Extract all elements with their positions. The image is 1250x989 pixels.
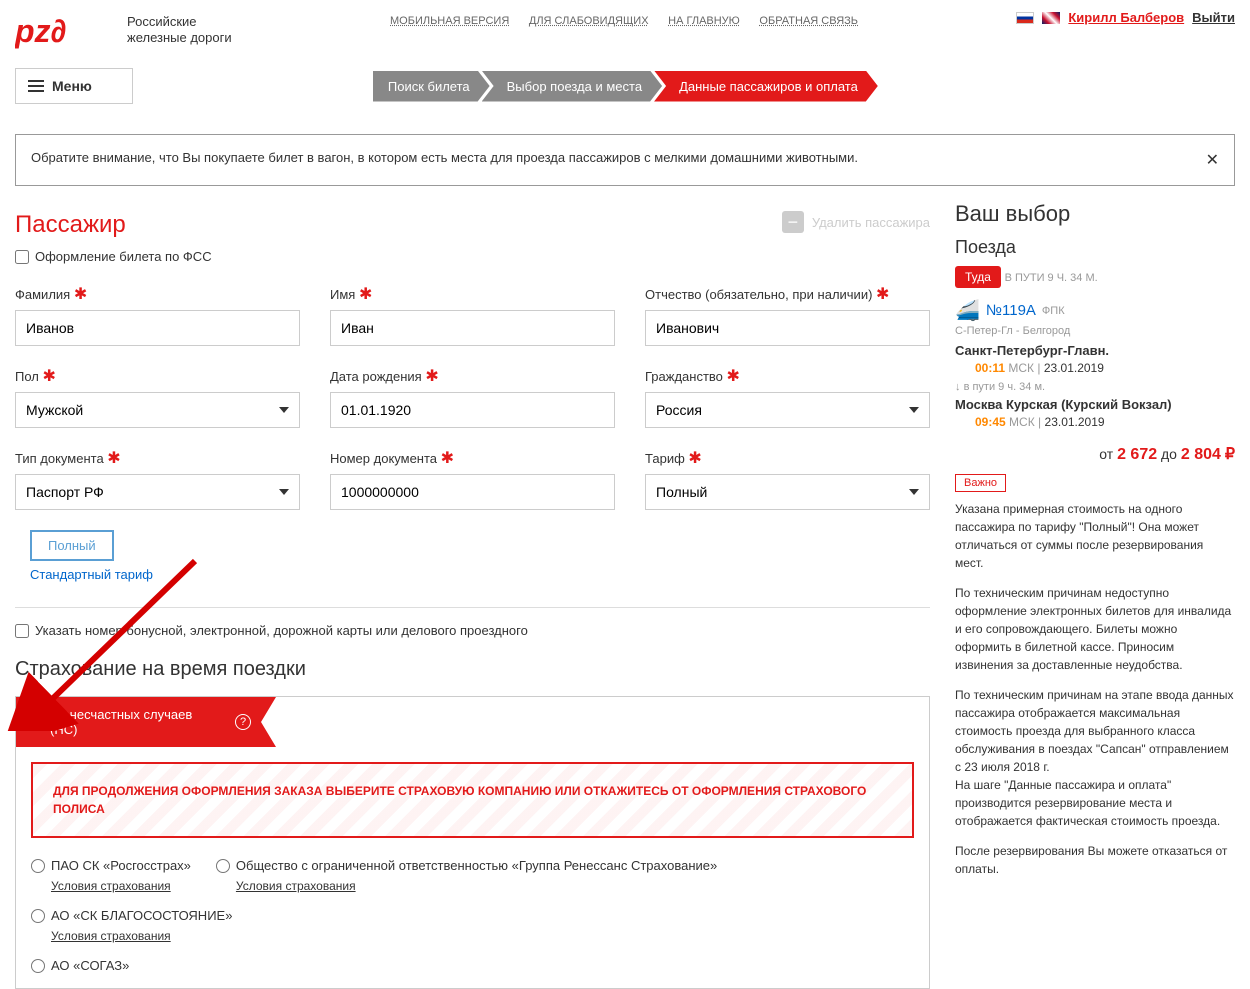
breadcrumb: Поиск билета Выбор поезда и места Данные…	[373, 71, 878, 102]
info-1: Указана примерная стоимость на одного па…	[955, 500, 1235, 572]
train-icon: 🚄	[955, 298, 980, 323]
important-badge: Важно	[955, 474, 1006, 492]
station-from: Санкт-Петербург-Главн.	[955, 343, 1235, 358]
svg-text:pz∂: pz∂	[15, 13, 66, 49]
ins-cond-3[interactable]: Условия страхования	[51, 929, 171, 943]
sidebar-title: Ваш выбор	[955, 201, 1235, 227]
tariff-box[interactable]: Полный	[30, 530, 114, 561]
tariff-link[interactable]: Стандартный тариф	[30, 567, 153, 582]
minus-icon: −	[782, 211, 804, 233]
bc-passengers[interactable]: Данные пассажиров и оплата	[654, 71, 878, 102]
insurance-ribbon: От несчастных случаев (НС) ?	[16, 697, 276, 747]
surname-input[interactable]	[15, 310, 300, 346]
train-number[interactable]: №119А	[986, 302, 1036, 319]
nav-home[interactable]: НА ГЛАВНУЮ	[668, 15, 740, 27]
ins-cond-1[interactable]: Условия страхования	[51, 879, 171, 893]
bc-train[interactable]: Выбор поезда и места	[482, 71, 662, 102]
delete-passenger: − Удалить пассажира	[782, 211, 930, 233]
price-row: от 2 672 до 2 804 ₽	[955, 444, 1235, 464]
name-label: Имя ✱	[330, 284, 615, 304]
ins-opt-blago[interactable]	[31, 909, 45, 923]
doc-type-select[interactable]: Паспорт РФ	[15, 474, 300, 510]
close-icon[interactable]: ✕	[1206, 150, 1219, 170]
ins-opt-rosgosstrah[interactable]	[31, 859, 45, 873]
surname-label: Фамилия ✱	[15, 284, 300, 304]
logo-text-2: железные дороги	[127, 30, 232, 46]
fss-label: Оформление билета по ФСС	[35, 249, 212, 264]
train-fpk: ФПК	[1042, 305, 1065, 317]
logout-link[interactable]: Выйти	[1192, 10, 1235, 25]
doc-type-label: Тип документа ✱	[15, 448, 300, 468]
sex-select[interactable]: Мужской	[15, 392, 300, 428]
bc-search[interactable]: Поиск билета	[373, 71, 490, 102]
fss-checkbox[interactable]	[15, 250, 29, 264]
patronymic-label: Отчество (обязательно, при наличии) ✱	[645, 284, 930, 304]
insurance-title: Страхование на время поездки	[15, 658, 930, 681]
dob-input[interactable]	[330, 392, 615, 428]
menu-button[interactable]: Меню	[15, 68, 133, 104]
info-3: По техническим причинам на этапе ввода д…	[955, 686, 1235, 830]
patronymic-input[interactable]	[645, 310, 930, 346]
tariff-select[interactable]: Полный	[645, 474, 930, 510]
tariff-label: Тариф ✱	[645, 448, 930, 468]
nav-mobile[interactable]: МОБИЛЬНАЯ ВЕРСИЯ	[390, 15, 509, 27]
flag-en-icon[interactable]	[1042, 12, 1060, 24]
duration: ↓ в пути 9 ч. 34 м.	[955, 381, 1235, 393]
sidebar-trains: Поезда	[955, 237, 1235, 258]
bonus-label: Указать номер бонусной, электронной, дор…	[35, 623, 528, 638]
station-to: Москва Курская (Курский Вокзал)	[955, 397, 1235, 412]
help-icon[interactable]: ?	[235, 714, 251, 730]
dob-label: Дата рождения ✱	[330, 366, 615, 386]
ins-opt-renaissance[interactable]	[216, 859, 230, 873]
sex-label: Пол ✱	[15, 366, 300, 386]
flag-ru-icon[interactable]	[1016, 12, 1034, 24]
username-link[interactable]: Кирилл Балберов	[1068, 10, 1184, 25]
nav-accessibility[interactable]: ДЛЯ СЛАБОВИДЯЩИХ	[529, 15, 649, 27]
insurance-warning: ДЛЯ ПРОДОЛЖЕНИЯ ОФОРМЛЕНИЯ ЗАКАЗА ВЫБЕРИ…	[31, 762, 914, 838]
travel-time: В ПУТИ 9 Ч. 34 М.	[1005, 272, 1098, 284]
citizenship-label: Гражданство ✱	[645, 366, 930, 386]
passenger-title: Пассажир − Удалить пассажира	[15, 211, 930, 239]
bonus-checkbox[interactable]	[15, 624, 29, 638]
insurance-box: От несчастных случаев (НС) ? ДЛЯ ПРОДОЛЖ…	[15, 696, 930, 989]
ins-cond-2[interactable]: Условия страхования	[236, 879, 356, 893]
logo-text-1: Российские	[127, 14, 232, 30]
nav-feedback[interactable]: ОБРАТНАЯ СВЯЗЬ	[759, 15, 858, 27]
top-nav: МОБИЛЬНАЯ ВЕРСИЯ ДЛЯ СЛАБОВИДЯЩИХ НА ГЛА…	[232, 10, 1017, 27]
insurance-checkbox[interactable]	[28, 715, 42, 729]
name-input[interactable]	[330, 310, 615, 346]
info-2: По техническим причинам недоступно оформ…	[955, 584, 1235, 674]
citizenship-select[interactable]: Россия	[645, 392, 930, 428]
info-4: После резервирования Вы можете отказатьс…	[955, 842, 1235, 878]
direction-badge: Туда	[955, 266, 1001, 288]
doc-num-input[interactable]	[330, 474, 615, 510]
logo[interactable]: pz∂ Российские железные дороги	[15, 10, 232, 50]
ins-opt-sogaz[interactable]	[31, 959, 45, 973]
route-text: С-Петер-Гл - Белгород	[955, 325, 1235, 337]
doc-num-label: Номер документа ✱	[330, 448, 615, 468]
notice-text: Обратите внимание, что Вы покупаете биле…	[31, 150, 858, 170]
notice-box: Обратите внимание, что Вы покупаете биле…	[15, 134, 1235, 186]
hamburger-icon	[28, 77, 44, 95]
